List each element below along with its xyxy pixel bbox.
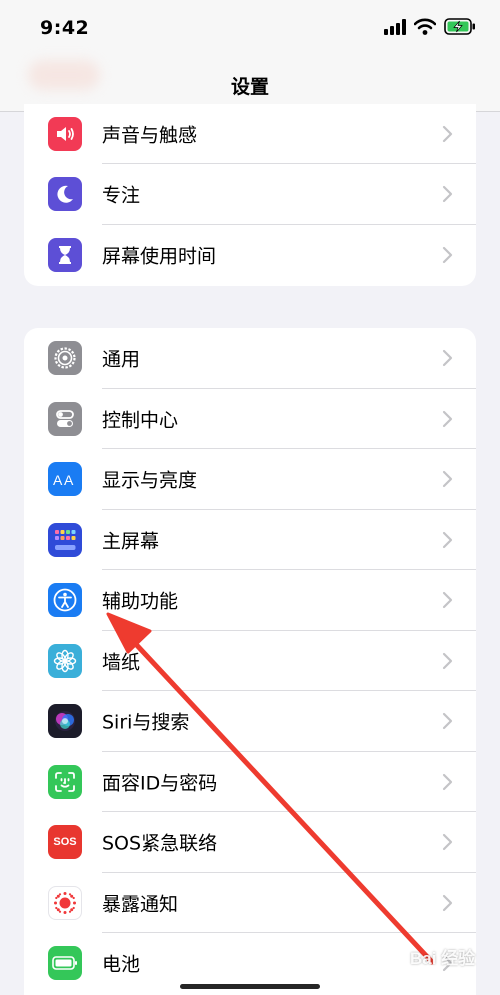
text-size-icon: A A [48, 462, 82, 497]
row-label: 电池 [102, 953, 141, 976]
chevron-right-icon [442, 350, 453, 367]
battery-icon [48, 946, 82, 981]
row-label: 暴露通知 [102, 893, 179, 916]
row-label: 墙纸 [102, 651, 141, 674]
settings-row-control-center[interactable]: 控制中心 [24, 389, 476, 449]
chevron-right-icon [442, 834, 453, 851]
chevron-right-icon [442, 773, 453, 790]
row-label: 显示与亮度 [102, 469, 198, 492]
row-label: 屏幕使用时间 [102, 245, 217, 268]
row-label: 面容ID与密码 [102, 772, 218, 795]
flower-icon [48, 643, 82, 678]
watermark: Bai 经验 [410, 949, 476, 968]
chevron-right-icon [442, 652, 453, 669]
chevron-right-icon [442, 592, 453, 609]
chevron-right-icon [442, 125, 453, 143]
status-icons [384, 18, 476, 35]
settings-row-home-screen[interactable]: 主屏幕 [24, 510, 476, 570]
gear-icon [48, 341, 82, 376]
battery-charging-icon [444, 18, 475, 35]
settings-row-face-id[interactable]: 面容ID与密码 [24, 752, 476, 812]
row-label: 通用 [102, 348, 141, 371]
settings-row-focus[interactable]: 专注 [24, 164, 476, 225]
chevron-right-icon [442, 894, 453, 911]
chevron-right-icon [442, 186, 453, 203]
row-label: 主屏幕 [102, 530, 160, 553]
settings-row-wallpaper[interactable]: 墙纸 [24, 631, 476, 691]
svg-text:A: A [53, 472, 63, 488]
chevron-right-icon [442, 246, 453, 263]
settings-row-display[interactable]: A A 显示与亮度 [24, 449, 476, 510]
accessibility-icon [48, 583, 82, 618]
page-title: 设置 [230, 76, 269, 98]
chevron-right-icon [442, 410, 453, 427]
settings-group-general: 通用 控制中心 A A 显示与亮度 主屏幕 辅助功能 墙纸 Siri与搜索 面容… [24, 328, 476, 995]
settings-row-exposure[interactable]: 暴露通知 [24, 873, 476, 933]
face-id-icon [48, 764, 82, 799]
home-screen-grid-icon [48, 522, 82, 557]
chevron-right-icon [442, 713, 453, 730]
svg-text:A: A [64, 472, 74, 488]
settings-row-general[interactable]: 通用 [24, 328, 476, 389]
sos-icon-text: SOS [53, 836, 77, 849]
status-time: 9:42 [40, 17, 90, 39]
toggles-icon [48, 401, 82, 436]
settings-group-focus: 声音与触感 专注 屏幕使用时间 [24, 104, 476, 286]
chevron-right-icon [442, 531, 453, 548]
home-indicator [180, 984, 320, 989]
status-bar: 9:42 [0, 0, 500, 60]
row-label: Siri与搜索 [102, 711, 190, 734]
exposure-icon [48, 885, 82, 920]
settings-row-siri[interactable]: Siri与搜索 [24, 691, 476, 752]
speaker-icon [48, 117, 82, 151]
settings-row-sounds[interactable]: 声音与触感 [24, 104, 476, 164]
sos-icon: SOS [48, 825, 82, 860]
row-label: SOS紧急联络 [102, 832, 218, 855]
row-label: 声音与触感 [102, 124, 198, 147]
row-label: 辅助功能 [102, 590, 179, 613]
chevron-right-icon [442, 471, 453, 488]
settings-row-sos[interactable]: SOS SOS紧急联络 [24, 812, 476, 873]
settings-row-accessibility[interactable]: 辅助功能 [24, 570, 476, 631]
hourglass-icon [48, 237, 82, 272]
row-label: 专注 [102, 184, 141, 207]
settings-row-screen-time[interactable]: 屏幕使用时间 [24, 225, 476, 286]
moon-icon [48, 177, 82, 212]
wifi-icon [414, 18, 436, 35]
row-label: 控制中心 [102, 409, 179, 432]
siri-icon [48, 704, 82, 739]
cellular-signal-icon [384, 18, 406, 35]
